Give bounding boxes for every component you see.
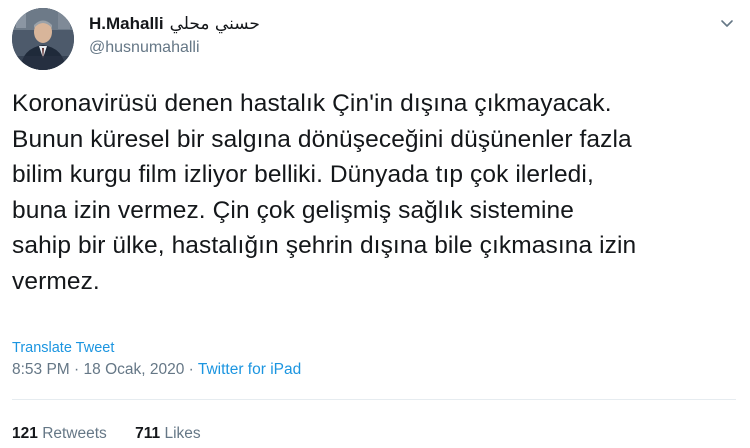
tweet-source-link[interactable]: Twitter for iPad bbox=[198, 361, 301, 378]
meta-separator: · bbox=[184, 361, 198, 378]
profile-photo-icon bbox=[12, 8, 74, 70]
chevron-down-icon[interactable] bbox=[718, 14, 736, 32]
tweet-text-line: Koronavirüsü denen hastalık Çin'in dışın… bbox=[12, 90, 612, 117]
tweet-text-line: sahip bir ülke, hastalığın şehrin dışına… bbox=[12, 232, 637, 259]
translate-tweet-link[interactable]: Translate Tweet bbox=[12, 340, 114, 356]
tweet-stats: 121 Retweets 711 Likes bbox=[12, 425, 225, 443]
tweet-card: H.Mahalli حسني محلي @husnumahalli Korona… bbox=[0, 0, 750, 448]
display-name-arabic[interactable]: حسني محلي bbox=[170, 14, 260, 34]
likes-label: Likes bbox=[164, 425, 201, 442]
tweet-text: Koronavirüsü denen hastalık Çin'in dışın… bbox=[12, 86, 742, 299]
retweets-label: Retweets bbox=[42, 425, 107, 442]
tweet-text-line: bilim kurgu film izliyor belliki. Dünyad… bbox=[12, 161, 594, 188]
tweet-text-line: Bunun küresel bir salgına dönüşeceğini d… bbox=[12, 125, 632, 153]
likes-stat[interactable]: 711 Likes bbox=[135, 425, 201, 442]
likes-count: 711 bbox=[135, 425, 161, 442]
tweet-text-line: vermez. bbox=[12, 267, 100, 295]
user-info: H.Mahalli حسني محلي @husnumahalli bbox=[89, 14, 260, 57]
meta-separator: · bbox=[69, 361, 84, 378]
retweets-count: 121 bbox=[12, 425, 38, 442]
tweet-meta: 8:53 PM · 18 Ocak, 2020 · Twitter for iP… bbox=[12, 361, 301, 379]
avatar[interactable] bbox=[12, 8, 74, 70]
divider bbox=[12, 399, 736, 400]
tweet-date[interactable]: 18 Ocak, 2020 bbox=[84, 361, 185, 378]
tweet-text-line: buna izin vermez. Çin çok gelişmiş sağlı… bbox=[12, 196, 574, 224]
retweets-stat[interactable]: 121 Retweets bbox=[12, 425, 107, 442]
name-row: H.Mahalli حسني محلي bbox=[89, 14, 260, 34]
display-name[interactable]: H.Mahalli bbox=[89, 14, 164, 34]
tweet-time[interactable]: 8:53 PM bbox=[12, 361, 70, 378]
user-handle[interactable]: @husnumahalli bbox=[89, 39, 260, 57]
